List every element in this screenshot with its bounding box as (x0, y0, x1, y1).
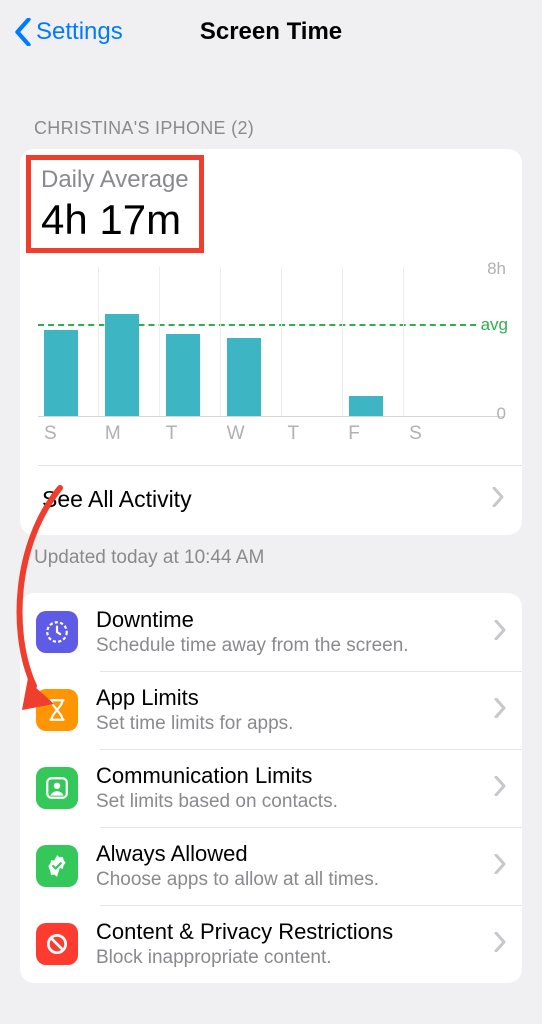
row-subtitle: Set time limits for apps. (96, 713, 494, 735)
chevron-right-icon (494, 698, 506, 723)
usage-card: Daily Average 4h 17m 8h 0 avg SMTWTFS Se… (20, 149, 522, 535)
x-tick: M (99, 423, 160, 445)
nav-header: Settings Screen Time (0, 0, 542, 60)
row-text: DowntimeSchedule time away from the scre… (96, 607, 494, 657)
hourglass-icon (36, 689, 78, 731)
x-tick: T (281, 423, 342, 445)
row-title: Communication Limits (96, 763, 494, 789)
settings-row-always-allowed[interactable]: Always AllowedChoose apps to allow at al… (20, 827, 522, 905)
bar-slot (159, 267, 220, 416)
bar-slot (98, 267, 159, 416)
nosign-icon (36, 923, 78, 965)
bar-slot (342, 267, 403, 416)
daily-average-value: 4h 17m (41, 196, 189, 244)
row-title: App Limits (96, 685, 494, 711)
settings-row-communication-limits[interactable]: Communication LimitsSet limits based on … (20, 749, 522, 827)
back-button[interactable]: Settings (14, 18, 123, 46)
see-all-label: See All Activity (42, 486, 192, 513)
daily-average-highlight: Daily Average 4h 17m (26, 155, 204, 253)
row-text: Communication LimitsSet limits based on … (96, 763, 494, 813)
avg-label: avg (481, 315, 508, 335)
bar (227, 338, 261, 416)
bar-slot (403, 267, 464, 416)
bar (166, 334, 200, 416)
chevron-left-icon (14, 18, 32, 46)
bar (349, 396, 383, 416)
bar (105, 314, 139, 416)
chevron-right-icon (494, 620, 506, 645)
y-tick-top: 8h (487, 259, 506, 279)
usage-bar-chart: 8h 0 avg SMTWTFS (20, 253, 522, 445)
chevron-right-icon (494, 932, 506, 957)
x-tick: S (38, 423, 99, 445)
settings-row-app-limits[interactable]: App LimitsSet time limits for apps. (20, 671, 522, 749)
chevron-right-icon (492, 486, 504, 513)
row-subtitle: Set limits based on contacts. (96, 791, 494, 813)
x-tick: F (342, 423, 403, 445)
x-tick: S (403, 423, 464, 445)
settings-row-downtime[interactable]: DowntimeSchedule time away from the scre… (20, 593, 522, 671)
bar-slot (38, 267, 98, 416)
settings-row-content-privacy-restrictions[interactable]: Content & Privacy RestrictionsBlock inap… (20, 905, 522, 983)
row-title: Downtime (96, 607, 494, 633)
chevron-right-icon (494, 776, 506, 801)
bar (44, 330, 78, 416)
updated-timestamp: Updated today at 10:44 AM (0, 535, 542, 593)
checkmark-badge-icon (36, 845, 78, 887)
downtime-icon (36, 611, 78, 653)
x-tick: T (160, 423, 221, 445)
row-text: Always AllowedChoose apps to allow at al… (96, 841, 494, 891)
x-tick: W (221, 423, 282, 445)
contact-icon (36, 767, 78, 809)
options-list: DowntimeSchedule time away from the scre… (20, 593, 522, 983)
bar-slot (220, 267, 281, 416)
y-tick-bottom: 0 (497, 404, 506, 424)
chevron-right-icon (494, 854, 506, 879)
daily-average-label: Daily Average (41, 166, 189, 194)
row-subtitle: Choose apps to allow at all times. (96, 869, 494, 891)
back-label: Settings (36, 18, 123, 46)
row-title: Content & Privacy Restrictions (96, 919, 494, 945)
row-subtitle: Block inappropriate content. (96, 947, 494, 969)
row-subtitle: Schedule time away from the screen. (96, 635, 494, 657)
see-all-activity-row[interactable]: See All Activity (20, 466, 522, 535)
device-section-label: CHRISTINA'S IPHONE (2) (0, 60, 542, 149)
bar-slot (281, 267, 342, 416)
row-title: Always Allowed (96, 841, 494, 867)
row-text: App LimitsSet time limits for apps. (96, 685, 494, 735)
row-text: Content & Privacy RestrictionsBlock inap… (96, 919, 494, 969)
